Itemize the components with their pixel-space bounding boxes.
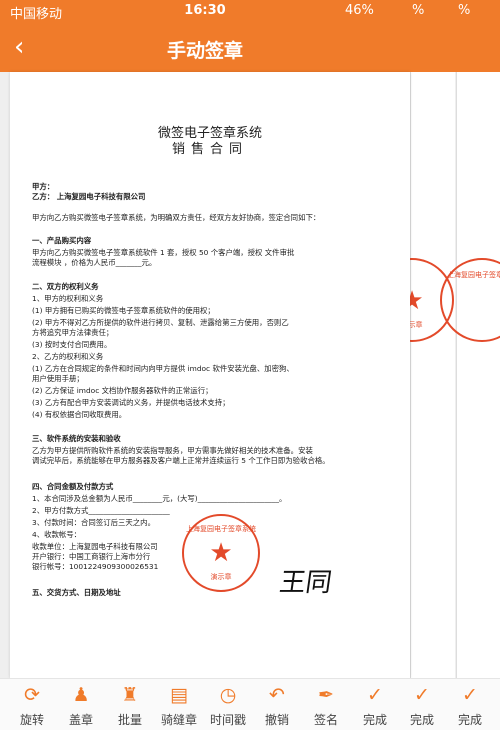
toolbar-label: 撤销 bbox=[264, 713, 289, 727]
toolbar-label: 旋转 bbox=[19, 713, 44, 727]
doc-line: 调试完毕后，系统能够在甲方服务器及客户端上正常并连续运行 5 个工作日即为验收合… bbox=[32, 456, 330, 465]
company-seal[interactable]: 上海复园电子签章系统 ★ 演示章 bbox=[182, 514, 260, 592]
doc-line: (2) 甲方不得对乙方所提供的软件进行拷贝、复制、泄露给第三方使用，否则乙 bbox=[32, 318, 289, 327]
rotate-icon: ⟳ bbox=[24, 684, 40, 706]
doc-line: 三、软件系统的安装和验收 bbox=[32, 434, 121, 443]
batch-icon: ♜ bbox=[121, 684, 139, 706]
check-icon: ✓ bbox=[462, 684, 478, 706]
page-title: 手动签章 bbox=[166, 40, 243, 62]
doc-line: (3) 按时支付合同费用。 bbox=[32, 340, 112, 349]
doc-line: 3、付款时间：合同签订后三天之内。 bbox=[32, 518, 155, 527]
doc-line: 方将追究甲方法律责任； bbox=[32, 328, 114, 337]
toolbar-label: 批量 bbox=[117, 713, 142, 727]
toolbar-label: 完成 bbox=[409, 713, 434, 727]
contract-document[interactable]: 微签电子签章系统 销售合同 甲方： 乙方： 上海复园电子科技有限公司 甲方向乙方购… bbox=[10, 72, 410, 678]
toolbar-button-rotate[interactable]: ⟳ 旋转 bbox=[8, 683, 56, 727]
doc-line: 甲方： bbox=[32, 182, 55, 191]
battery-level-2: % bbox=[412, 3, 425, 18]
doc-line: 用户使用手册； bbox=[32, 374, 84, 383]
toolbar-button-check[interactable]: ✓ 完成 bbox=[351, 683, 399, 727]
toolbar-label: 完成 bbox=[362, 713, 387, 727]
handwritten-signature[interactable]: 王同 bbox=[277, 562, 334, 599]
doc-line: 甲方向乙方购买微签电子签章系统软件 1 套，授权 50 个客户端，授权 文件审批 bbox=[32, 248, 295, 257]
battery-level-3: % bbox=[458, 3, 471, 18]
stacked-page-1 bbox=[410, 72, 455, 678]
doc-line: 乙方： 上海复园电子科技有限公司 bbox=[32, 192, 146, 201]
toolbar-label: 完成 bbox=[457, 713, 482, 727]
app-header: 中国移动 16:30 46% % % ‹ 手动签章 bbox=[0, 0, 500, 72]
doc-line: (1) 甲方拥有已购买的微签电子签章系统软件的使用权； bbox=[32, 306, 215, 315]
check-icon: ✓ bbox=[367, 684, 383, 706]
doc-line: 甲方向乙方购买微签电子签章系统，为明确双方责任，经双方友好协商，签定合同如下： bbox=[32, 213, 321, 222]
doc-line: 五、交货方式、日期及地址 bbox=[32, 588, 121, 597]
toolbar-label: 盖章 bbox=[68, 713, 93, 727]
status-bar: 中国移动 16:30 46% % % bbox=[0, 0, 500, 24]
stacked-page-2 bbox=[456, 72, 500, 678]
doc-line: (3) 乙方有配合甲方安装调试的义务，并提供电话技术支持； bbox=[32, 398, 230, 407]
undo-icon: ↶ bbox=[269, 684, 285, 706]
doc-line: 收款单位：上海复园电子科技有限公司 bbox=[32, 542, 158, 551]
toolbar-label: 签名 bbox=[313, 713, 338, 727]
toolbar-button-check[interactable]: ✓ 完成 bbox=[398, 683, 446, 727]
seam-stamp-icon: ▤ bbox=[170, 684, 188, 706]
toolbar-label: 时间戳 bbox=[209, 713, 246, 727]
toolbar-label: 骑缝章 bbox=[160, 713, 197, 727]
timestamp-icon: ◷ bbox=[219, 684, 237, 706]
doc-line: 一、产品购买内容 bbox=[32, 236, 92, 245]
toolbar-button-batch[interactable]: ♜ 批量 bbox=[106, 683, 154, 727]
doc-line: 4、收款帐号： bbox=[32, 530, 82, 539]
doc-line: 流程模块 ，价格为人民币_______元。 bbox=[32, 258, 157, 267]
doc-line: 1、本合同涉及总金额为人民币________元，(大写)____________… bbox=[32, 494, 287, 503]
doc-line: (2) 乙方保证 imdoc 文档协作服务器软件的正常运行； bbox=[32, 386, 213, 395]
doc-line: (4) 有权依据合同收取费用。 bbox=[32, 410, 127, 419]
bottom-toolbar: ⟳ 旋转 ♟ 盖章 ♜ 批量 ▤ 骑缝章 ◷ 时间戳 ↶ 撤销 ✒ 签名 ✓ 完成 ✓ 完成 ✓ 完成 bbox=[0, 678, 500, 730]
toolbar-button-check[interactable]: ✓ 完成 bbox=[446, 683, 494, 727]
doc-line: 乙方为甲方提供所购软件系统的安装指导服务，甲方需事先做好相关的技术准备。安装 bbox=[32, 446, 313, 455]
toolbar-button-pen[interactable]: ✒ 签名 bbox=[302, 683, 350, 727]
doc-line: 二、双方的权利义务 bbox=[32, 282, 99, 291]
doc-line: 四、合同金额及付款方式 bbox=[32, 482, 114, 491]
doc-line: (1) 乙方在合同规定的条件和时间内向甲方提供 imdoc 软件安装光盘、加密狗… bbox=[32, 364, 294, 373]
toolbar-button-stamp[interactable]: ♟ 盖章 bbox=[57, 683, 105, 727]
stamp-icon: ♟ bbox=[72, 684, 90, 706]
check-icon: ✓ bbox=[414, 684, 430, 706]
doc-line: 开户银行：中国工商银行上海市分行 bbox=[32, 552, 151, 561]
doc-line: 2、乙方的权利和义务 bbox=[32, 352, 104, 361]
doc-line: 1、甲方的权利和义务 bbox=[32, 294, 104, 303]
pen-icon: ✒ bbox=[318, 684, 334, 706]
toolbar-button-timestamp[interactable]: ◷ 时间戳 bbox=[204, 683, 252, 727]
doc-subtitle: 销售合同 bbox=[171, 142, 248, 157]
toolbar-button-undo[interactable]: ↶ 撤销 bbox=[253, 683, 301, 727]
doc-line: 银行帐号：1001224909300026531 bbox=[32, 562, 159, 571]
doc-line: 2、甲方付款方式______________________ bbox=[32, 506, 170, 515]
battery-level: 46% bbox=[345, 3, 374, 18]
toolbar-button-seam-stamp[interactable]: ▤ 骑缝章 bbox=[155, 683, 203, 727]
